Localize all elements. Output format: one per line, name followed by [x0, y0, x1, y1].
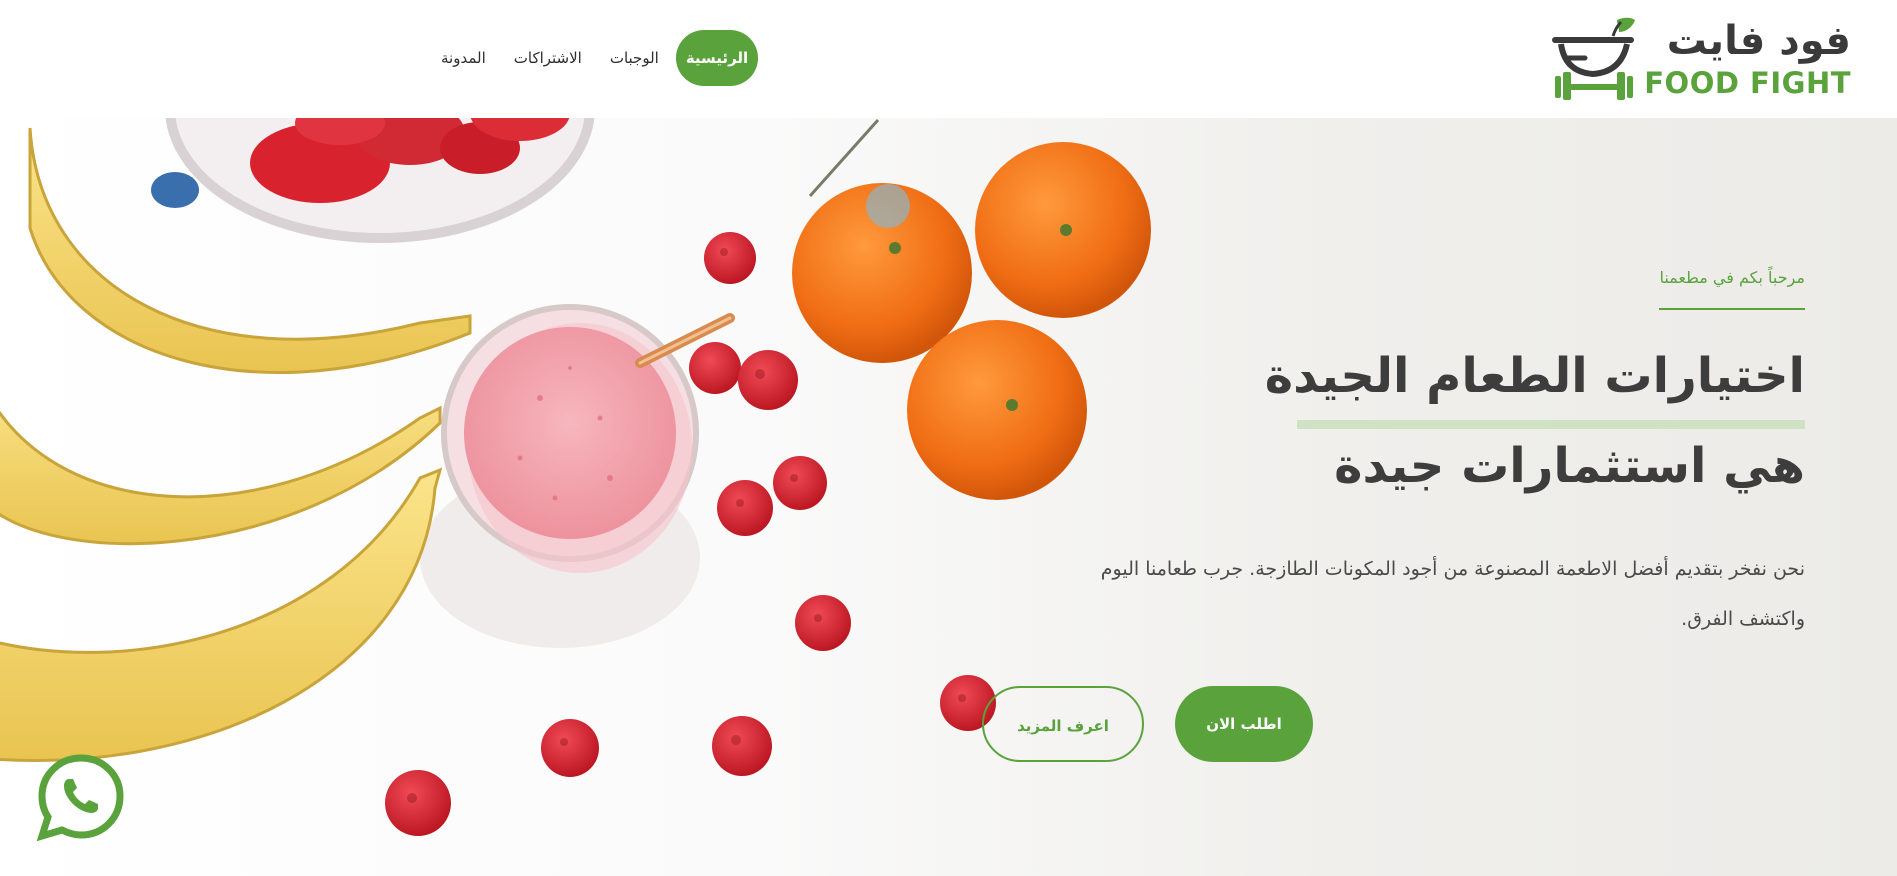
nav-item-home[interactable]: الرئيسية [675, 30, 759, 86]
hero-description: نحن نفخر بتقديم أفضل الاطعمة المصنوعة من… [1100, 558, 1805, 630]
bowl-dumbbell-leaf-icon [1552, 17, 1635, 100]
brand-name-arabic: فود فايت [1666, 18, 1851, 64]
title-highlight [1297, 420, 1805, 429]
whatsapp-icon[interactable] [36, 752, 126, 842]
order-now-button[interactable]: اطلب الان [1175, 686, 1313, 762]
nav-item-meals[interactable]: الوجبات [599, 30, 670, 86]
welcome-text: مرحباً بكم في مطعمنا [1659, 268, 1805, 287]
nav-item-blog[interactable]: المدونة [430, 30, 497, 86]
brand-logo[interactable]: فود فايت FOOD FIGHT [1551, 14, 1851, 100]
brand-name-english: FOOD FIGHT [1644, 66, 1851, 100]
site-header: فود فايت FOOD FIGHT الرئيسية الوجبات الا… [0, 0, 1897, 118]
nav-item-subscriptions[interactable]: الاشتراكات [503, 30, 593, 86]
hero-title-line1: اختيارات الطعام الجيدة [1264, 348, 1805, 404]
hero-section: مرحباً بكم في مطعمنا اختيارات الطعام الج… [0, 118, 1897, 876]
learn-more-button[interactable]: اعرف المزيد [982, 686, 1144, 762]
main-nav: الرئيسية الوجبات الاشتراكات المدونة [430, 30, 759, 86]
fruits-smoothie-image [0, 118, 1151, 836]
welcome-underline [1659, 308, 1805, 310]
hero-title-line2: هي استثمارات جيدة [1334, 438, 1805, 494]
